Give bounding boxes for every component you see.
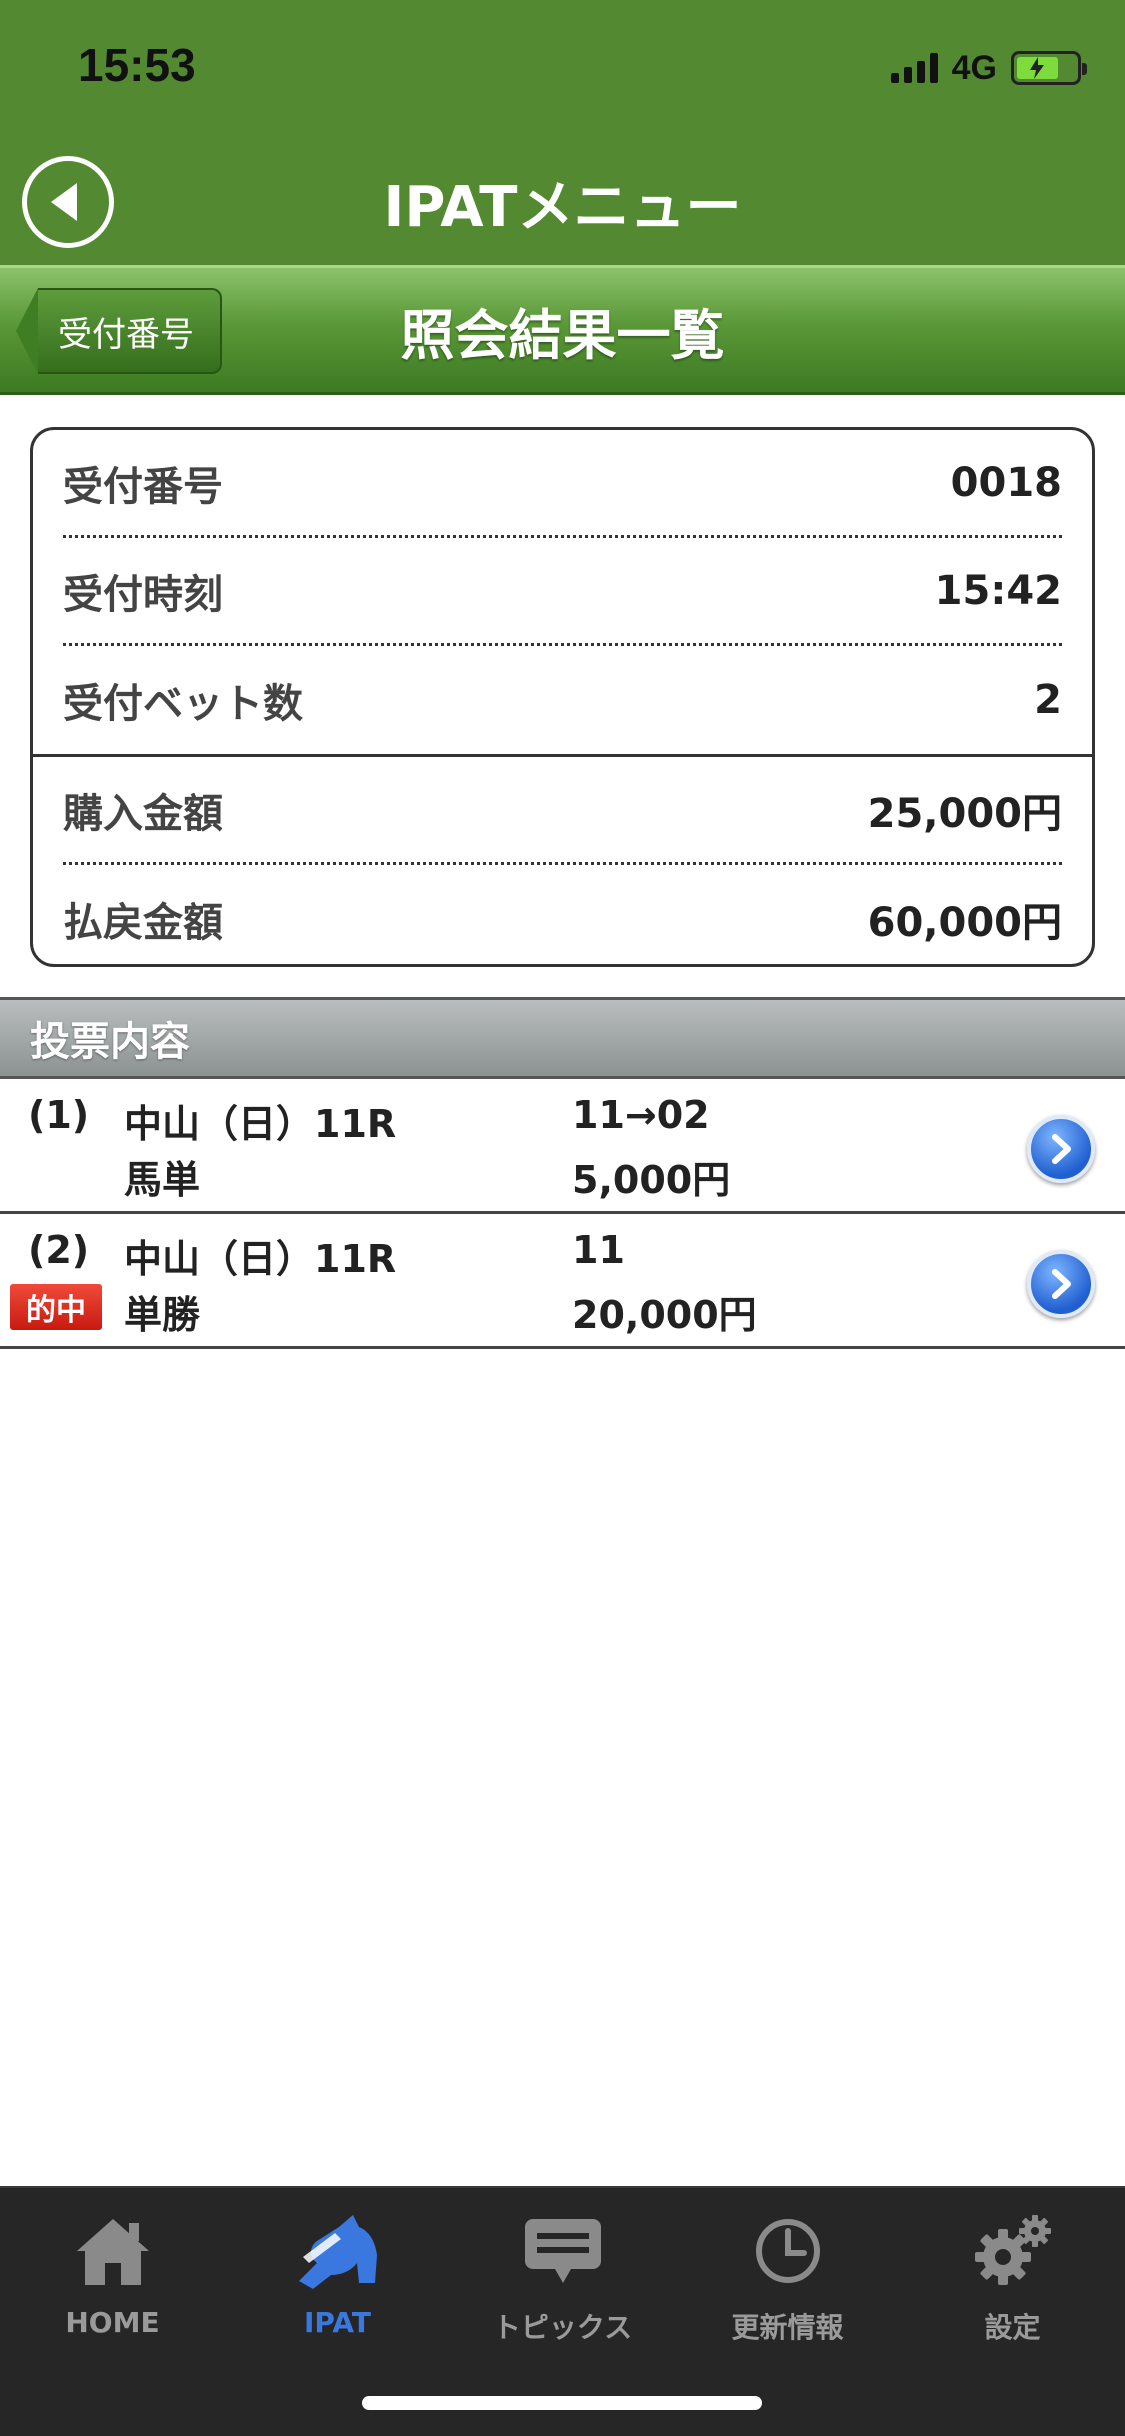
tab-label: 更新情報 xyxy=(731,2311,844,2344)
summary-label: 購入金額 xyxy=(63,790,223,837)
summary-card: 受付番号 0018 受付時刻 15:42 受付ベット数 2 購入金額 25,00… xyxy=(30,427,1095,967)
vote-bet-type: 馬単 xyxy=(124,1158,201,1202)
tab-label: IPAT xyxy=(304,2306,371,2339)
hit-badge: 的中 xyxy=(10,1284,102,1330)
tab-label: HOME xyxy=(65,2306,160,2339)
back-tab-arrow-icon xyxy=(16,288,38,374)
vote-venue: 中山（日）11R xyxy=(124,1237,397,1281)
status-time: 15:53 xyxy=(78,39,196,91)
back-arrow-icon xyxy=(51,183,77,221)
top-header: 15:53 4G IPATメニュー xyxy=(0,0,1125,265)
signal-icon xyxy=(890,53,938,83)
vote-venue: 中山（日）11R xyxy=(124,1102,397,1146)
vote-amount: 5,000円 xyxy=(572,1158,731,1202)
tab-label: 設定 xyxy=(984,2311,1041,2344)
summary-label: 払戻金額 xyxy=(63,900,223,946)
summary-value: 15:42 xyxy=(934,567,1062,614)
vote-row[interactable]: (1) 中山（日）11R 馬単 11→02 5,000円 xyxy=(0,1079,1125,1214)
chat-icon xyxy=(518,2206,608,2296)
page-title: IPATメニュー xyxy=(383,175,742,240)
summary-label: 受付ベット数 xyxy=(63,681,303,727)
vote-number: (2) xyxy=(28,1228,90,1272)
votes-section-title: 投票内容 xyxy=(0,997,1125,1079)
summary-label: 受付番号 xyxy=(63,463,223,510)
vote-bet-type: 単勝 xyxy=(124,1293,201,1337)
tab-label: トピックス xyxy=(492,2311,633,2344)
tab-ipat[interactable]: IPAT xyxy=(225,2206,450,2356)
vote-row[interactable]: (2) 的中 中山（日）11R 単勝 11 20,000円 xyxy=(0,1214,1125,1349)
tab-home[interactable]: HOME xyxy=(0,2206,225,2356)
gear-icon xyxy=(968,2206,1058,2296)
vote-amount: 20,000円 xyxy=(572,1293,757,1337)
vote-combination: 11→02 xyxy=(572,1093,710,1137)
summary-row-bet-count: 受付ベット数 2 xyxy=(63,646,1062,754)
battery-icon xyxy=(1011,51,1087,85)
summary-row-payout-amount: 払戻金額 60,000円 xyxy=(63,865,1062,964)
tab-topics[interactable]: トピックス xyxy=(450,2206,675,2356)
clock-icon xyxy=(743,2206,833,2296)
home-icon xyxy=(68,2206,158,2296)
tab-settings[interactable]: 設定 xyxy=(900,2206,1125,2356)
summary-value: 2 xyxy=(1034,677,1062,723)
summary-value: 25,000円 xyxy=(867,790,1062,837)
vote-combination: 11 xyxy=(572,1228,625,1272)
chevron-right-icon xyxy=(1052,1269,1071,1299)
vote-detail-button[interactable] xyxy=(1027,1115,1095,1183)
vote-list: (1) 中山（日）11R 馬単 11→02 5,000円 (2) 的中 中山（日… xyxy=(0,1079,1125,1349)
vote-number: (1) xyxy=(28,1093,90,1137)
status-bar: 15:53 4G xyxy=(0,0,1125,130)
status-indicators: 4G xyxy=(890,48,1087,88)
vote-detail-button[interactable] xyxy=(1027,1250,1095,1318)
sub-header: 照会結果一覧 受付番号 xyxy=(0,265,1125,395)
summary-label: 受付時刻 xyxy=(63,571,223,618)
summary-row-receipt-number: 受付番号 0018 xyxy=(63,430,1062,538)
network-label: 4G xyxy=(951,48,997,87)
summary-value: 0018 xyxy=(950,459,1062,506)
app-bar: IPATメニュー xyxy=(0,140,1125,265)
tab-updates[interactable]: 更新情報 xyxy=(675,2206,900,2356)
home-indicator[interactable] xyxy=(362,2396,762,2410)
sub-back-button[interactable]: 受付番号 xyxy=(16,288,222,374)
back-button[interactable] xyxy=(22,156,114,248)
summary-row-purchase-amount: 購入金額 25,000円 xyxy=(63,757,1062,865)
summary-row-receipt-time: 受付時刻 15:42 xyxy=(63,538,1062,646)
chevron-right-icon xyxy=(1052,1134,1071,1164)
summary-value: 60,000円 xyxy=(867,900,1062,946)
sub-back-label: 受付番号 xyxy=(38,288,222,374)
horse-icon xyxy=(293,2206,383,2296)
